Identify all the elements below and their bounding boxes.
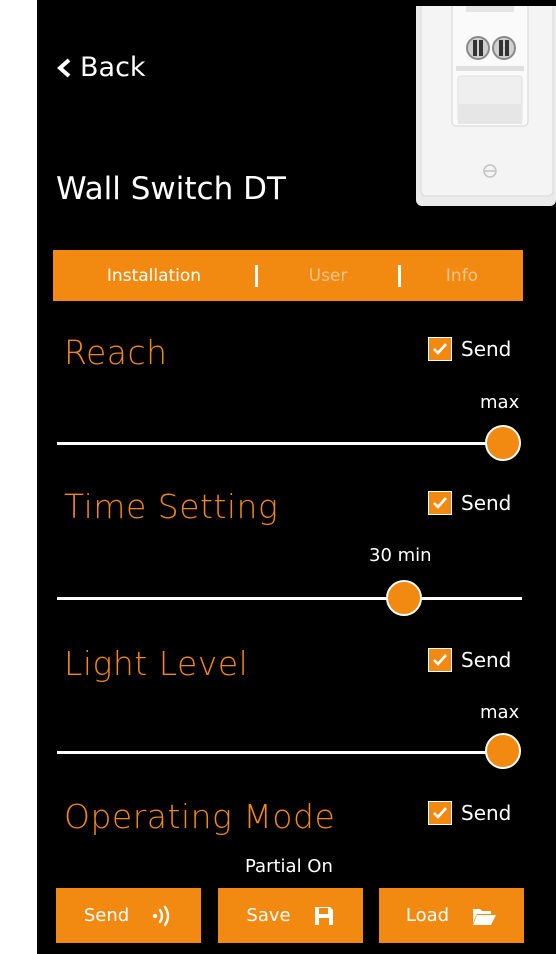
- back-button[interactable]: Back: [56, 52, 146, 83]
- time-setting-slider-knob[interactable]: [386, 580, 422, 616]
- operating-mode-title: Operating Mode: [64, 797, 336, 836]
- tab-info[interactable]: Info: [401, 266, 523, 286]
- back-label: Back: [80, 52, 146, 83]
- reach-slider-knob[interactable]: [485, 425, 521, 461]
- reach-send-checkbox[interactable]: Send: [428, 337, 511, 361]
- operating-mode-send-label: Send: [461, 801, 512, 825]
- load-button[interactable]: Load: [379, 888, 524, 943]
- device-image: [416, 6, 556, 206]
- light-level-slider-knob[interactable]: [485, 733, 521, 769]
- reach-value: max: [480, 392, 520, 413]
- signal-icon: [152, 905, 170, 926]
- tab-bar: Installation User Info: [53, 250, 523, 301]
- time-setting-send-label: Send: [461, 491, 512, 515]
- operating-mode-value[interactable]: Partial On: [245, 856, 333, 877]
- time-setting-title: Time Setting: [64, 487, 279, 526]
- light-level-slider-track: [57, 751, 507, 754]
- light-level-send-checkbox[interactable]: Send: [428, 648, 511, 672]
- light-level-value: max: [480, 702, 520, 723]
- checkmark-icon: [428, 648, 452, 672]
- save-button[interactable]: Save: [218, 888, 363, 943]
- send-button-label: Send: [83, 905, 130, 926]
- load-button-label: Load: [405, 905, 450, 926]
- chevron-left-icon: [56, 58, 71, 77]
- time-setting-value: 30 min: [369, 545, 432, 566]
- floppy-disk-icon: [314, 906, 333, 925]
- checkmark-icon: [428, 491, 452, 515]
- save-button-label: Save: [246, 905, 291, 926]
- light-level-send-label: Send: [461, 648, 512, 672]
- checkmark-icon: [428, 801, 452, 825]
- app-screen: Back Wall Switch DT Installation User In…: [37, 0, 556, 954]
- reach-title: Reach: [64, 333, 168, 372]
- reach-slider-track: [57, 442, 507, 445]
- checkmark-icon: [428, 337, 452, 361]
- page-title: Wall Switch DT: [56, 171, 286, 207]
- time-setting-send-checkbox[interactable]: Send: [428, 491, 511, 515]
- folder-open-icon: [473, 908, 497, 925]
- send-button[interactable]: Send: [56, 888, 201, 943]
- tab-installation[interactable]: Installation: [53, 266, 255, 286]
- time-setting-slider-track: [57, 597, 522, 600]
- operating-mode-send-checkbox[interactable]: Send: [428, 801, 511, 825]
- reach-send-label: Send: [461, 337, 512, 361]
- light-level-title: Light Level: [64, 644, 249, 683]
- tab-user[interactable]: User: [258, 266, 398, 286]
